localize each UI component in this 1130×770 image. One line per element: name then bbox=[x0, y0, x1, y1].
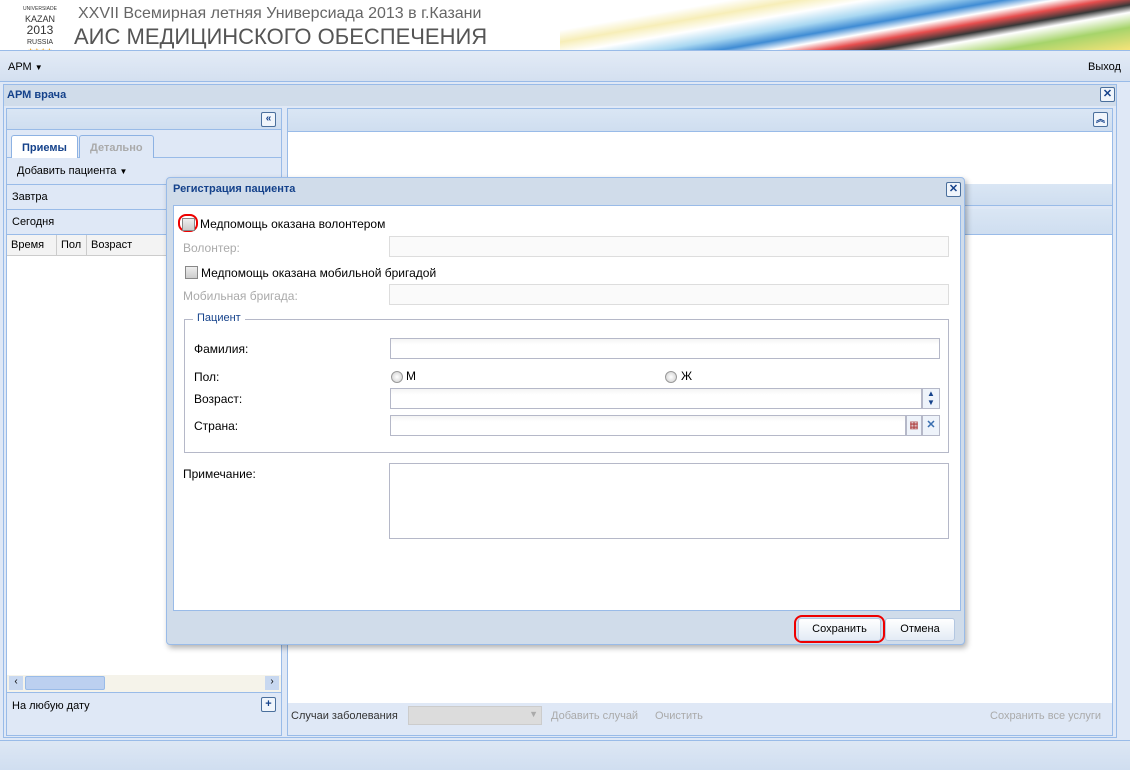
header-title: АИС МЕДИЦИНСКОГО ОБЕСПЕЧЕНИЯ bbox=[74, 24, 488, 49]
note-label: Примечание: bbox=[183, 467, 256, 481]
sex-label: Пол: bbox=[194, 370, 220, 384]
age-label: Возраст: bbox=[194, 392, 243, 406]
exit-link[interactable]: Выход bbox=[1088, 61, 1121, 73]
menu-bar: АРМ ▼ Выход bbox=[0, 50, 1130, 82]
mobile-team-label: Мобильная бригада: bbox=[183, 289, 298, 303]
logo-text: UNIVERSIADE bbox=[23, 6, 57, 12]
clear-icon[interactable]: ✕ bbox=[922, 415, 940, 436]
patient-registration-dialog: Регистрация пациента ✕ Медпомощь оказана… bbox=[166, 177, 965, 645]
age-spinner[interactable]: ▲ ▼ bbox=[922, 388, 940, 409]
app-header: UNIVERSIADE KAZAN 2013 RUSSIA ★★★★ XXVII… bbox=[0, 0, 1130, 50]
any-date-label: На любую дату bbox=[12, 700, 90, 712]
workspace-title: АРМ врача bbox=[7, 89, 67, 101]
chevron-down-icon: ▼ bbox=[529, 709, 538, 719]
volunteer-label: Волонтер: bbox=[183, 241, 240, 255]
scroll-left-icon[interactable]: ‹ bbox=[9, 676, 23, 690]
fieldset-legend: Пациент bbox=[193, 312, 245, 324]
add-patient-label: Добавить пациента bbox=[17, 165, 117, 177]
add-case-button[interactable]: Добавить случай bbox=[551, 710, 638, 722]
save-all-button[interactable]: Сохранить все услуги bbox=[990, 710, 1101, 722]
clear-button[interactable]: Очистить bbox=[655, 710, 703, 722]
note-textarea[interactable] bbox=[389, 463, 949, 539]
scroll-thumb[interactable] bbox=[25, 676, 105, 690]
logo-text: 2013 bbox=[26, 23, 54, 37]
cases-select[interactable]: ▼ bbox=[408, 706, 542, 725]
column-time[interactable]: Время bbox=[7, 235, 57, 256]
patient-fieldset: Пациент Фамилия: Пол: М Ж Возраст: ▲ ▼ Ст… bbox=[184, 312, 949, 453]
dropdown-arrow-icon: ▼ bbox=[119, 167, 128, 176]
dialog-title: Регистрация пациента bbox=[173, 183, 296, 195]
close-icon[interactable]: ✕ bbox=[946, 182, 961, 197]
header-banner bbox=[560, 0, 1130, 50]
header-subtitle: XXVII Всемирная летняя Универсиада 2013 … bbox=[78, 5, 482, 22]
cases-label: Случаи заболевания bbox=[291, 710, 398, 722]
status-bar bbox=[0, 740, 1130, 770]
save-button[interactable]: Сохранить bbox=[798, 618, 881, 641]
dropdown-arrow-icon: ▼ bbox=[34, 63, 43, 72]
spin-up-icon[interactable]: ▲ bbox=[927, 389, 935, 398]
logo-text: RUSSIA bbox=[26, 39, 54, 46]
close-icon[interactable]: ✕ bbox=[1100, 87, 1115, 102]
tab-details[interactable]: Детально bbox=[79, 135, 154, 158]
volunteer-checkbox[interactable] bbox=[182, 218, 195, 231]
volunteer-input[interactable] bbox=[389, 236, 949, 257]
mobile-team-checkbox-label: Медпомощь оказана мобильной бригадой bbox=[201, 266, 437, 280]
collapse-up-icon[interactable]: ︽ bbox=[1093, 112, 1108, 127]
mobile-team-input[interactable] bbox=[389, 284, 949, 305]
spin-down-icon[interactable]: ▼ bbox=[927, 398, 935, 407]
age-input[interactable] bbox=[390, 388, 922, 409]
arm-menu[interactable]: АРМ ▼ bbox=[8, 61, 43, 73]
arm-menu-label: АРМ bbox=[8, 61, 32, 73]
column-sex[interactable]: Пол bbox=[57, 235, 87, 256]
country-label: Страна: bbox=[194, 419, 239, 433]
plus-icon[interactable]: + bbox=[261, 697, 276, 712]
sex-f-radio[interactable] bbox=[665, 371, 677, 383]
cancel-button[interactable]: Отмена bbox=[885, 618, 955, 641]
universiade-logo: UNIVERSIADE KAZAN 2013 RUSSIA ★★★★ bbox=[22, 4, 58, 50]
country-input[interactable] bbox=[390, 415, 906, 436]
collapse-left-icon[interactable]: « bbox=[261, 112, 276, 127]
scroll-right-icon[interactable]: › bbox=[265, 676, 279, 690]
volunteer-checkbox-label: Медпомощь оказана волонтером bbox=[200, 217, 386, 231]
surname-input[interactable] bbox=[390, 338, 940, 359]
surname-label: Фамилия: bbox=[194, 342, 249, 356]
calendar-picker-icon[interactable]: ▦ bbox=[906, 415, 922, 436]
horizontal-scrollbar[interactable]: ‹ › bbox=[7, 675, 281, 692]
tab-appointments[interactable]: Приемы bbox=[11, 135, 78, 158]
dialog-body: Медпомощь оказана волонтером Волонтер: М… bbox=[173, 205, 961, 611]
mobile-team-checkbox[interactable] bbox=[185, 266, 198, 279]
sex-m-label: М bbox=[406, 369, 416, 383]
workspace-header: АРМ врача ✕ bbox=[3, 84, 1117, 106]
sex-f-label: Ж bbox=[681, 369, 693, 383]
sex-m-radio[interactable] bbox=[391, 371, 403, 383]
